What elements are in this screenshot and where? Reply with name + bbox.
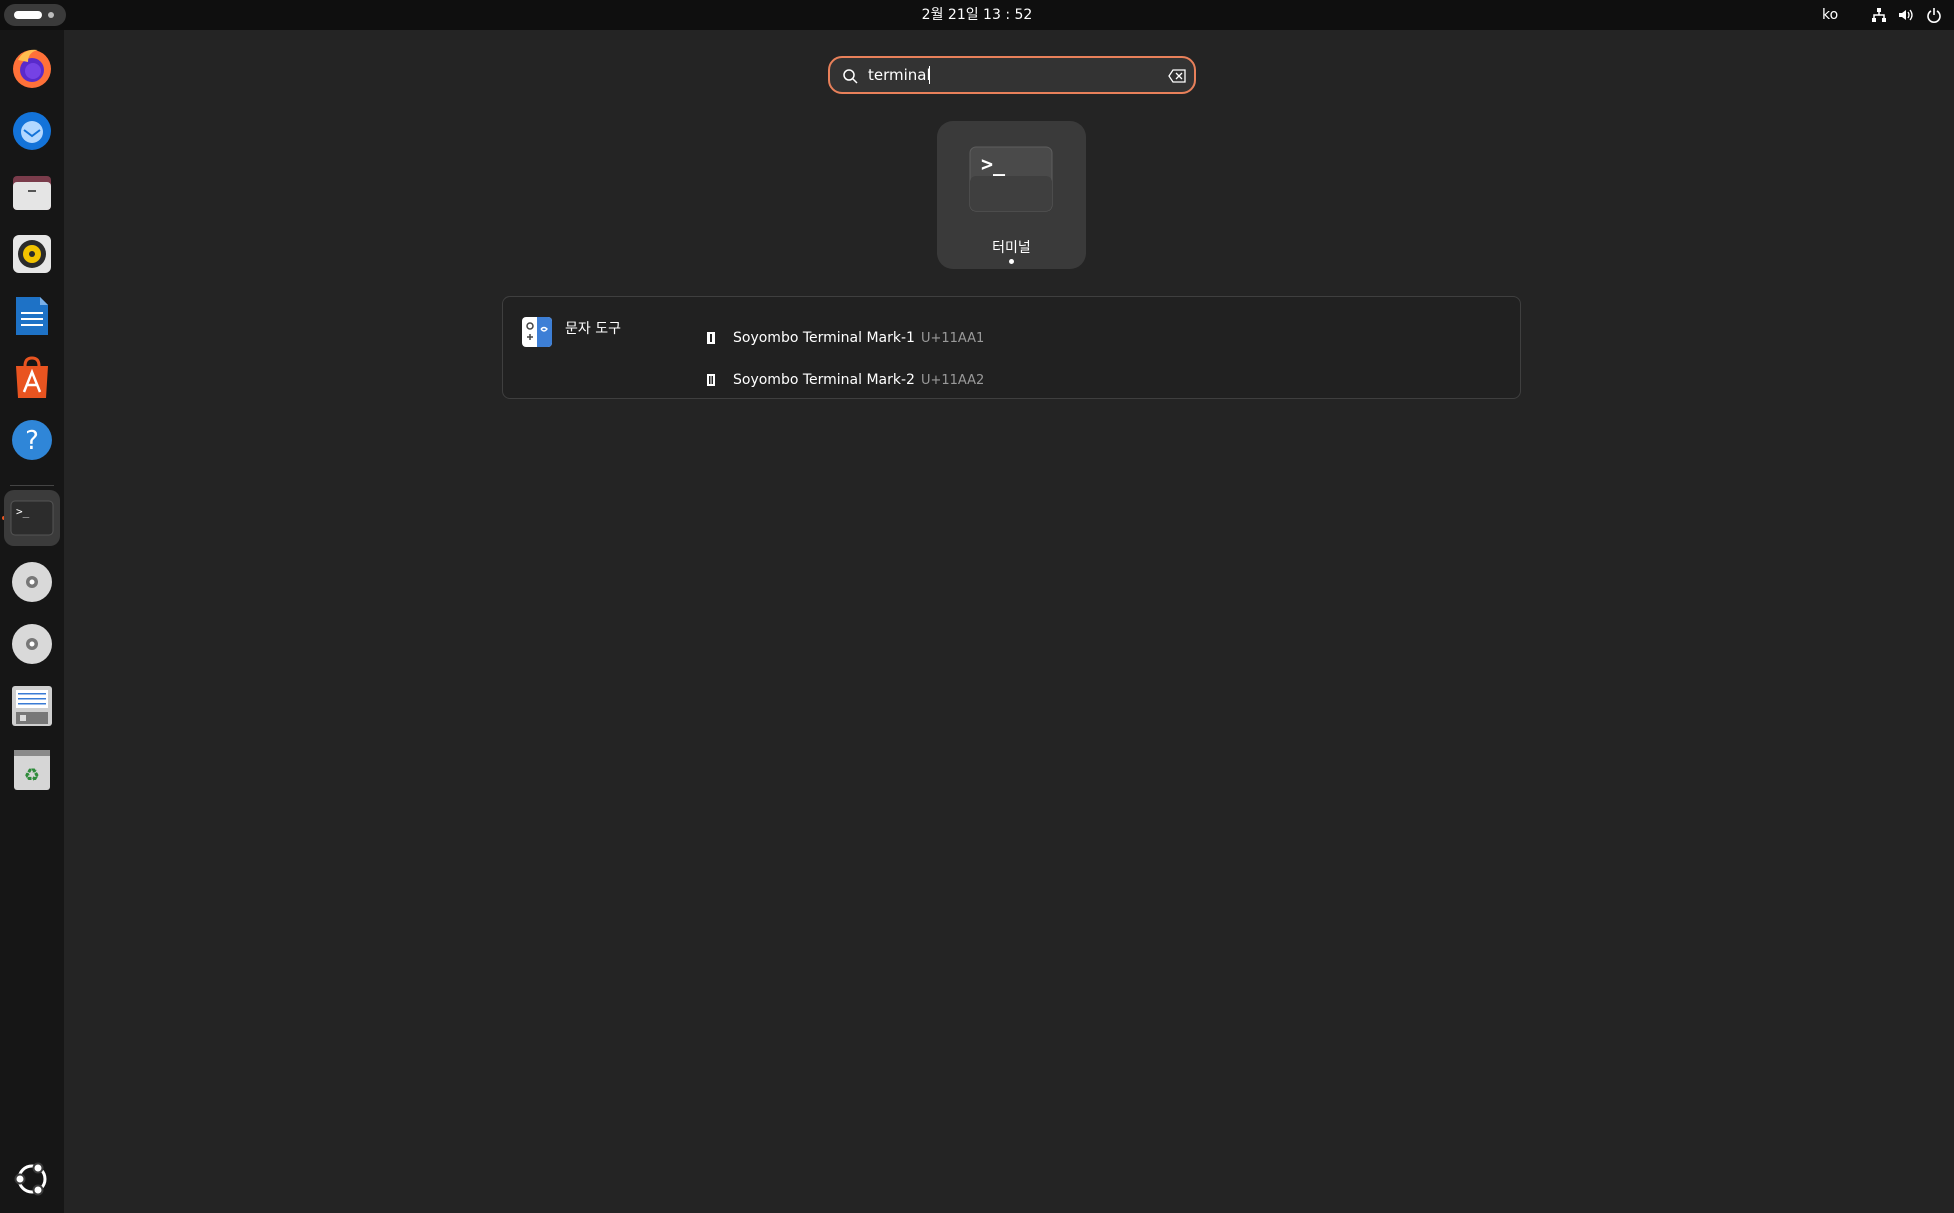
clear-search-icon[interactable]	[1168, 68, 1186, 87]
svg-text:>_: >_	[981, 152, 1006, 176]
dock-app-center[interactable]	[4, 350, 60, 406]
text-caret	[929, 66, 930, 84]
disc-icon	[12, 624, 52, 664]
character-name: Soyombo Terminal Mark-1	[733, 330, 915, 346]
input-language-indicator[interactable]: ko	[1822, 0, 1838, 30]
provider-name[interactable]: 문자 도구	[565, 318, 621, 338]
ubuntu-grid-icon	[14, 1162, 47, 1196]
files-icon	[13, 176, 51, 210]
search-icon	[842, 68, 858, 88]
app-center-icon	[16, 356, 48, 398]
disc-icon	[12, 562, 52, 602]
writer-icon	[16, 297, 48, 335]
trash-icon: ♻	[14, 750, 50, 790]
svg-text:>_: >_	[16, 505, 30, 518]
dock-thunderbird[interactable]	[4, 102, 60, 158]
dock-rhythmbox[interactable]	[4, 226, 60, 282]
character-result-1[interactable]: Soyombo Terminal Mark-1 U+11AA1	[707, 327, 984, 349]
firefox-icon	[13, 49, 51, 88]
help-icon: ?	[12, 420, 52, 460]
character-name: Soyombo Terminal Mark-2	[733, 372, 915, 388]
dock-text-editor[interactable]	[4, 678, 60, 734]
character-codepoint: U+11AA2	[920, 372, 985, 388]
soyombo-glyph-icon	[707, 332, 715, 344]
dock-writer[interactable]	[4, 288, 60, 344]
dock-files[interactable]	[4, 164, 60, 220]
running-indicator	[1009, 259, 1014, 264]
dock: ? >_ ♻	[0, 30, 64, 1213]
svg-text:♻: ♻	[24, 765, 40, 786]
terminal-icon: >_	[969, 146, 1053, 212]
characters-icon[interactable]	[522, 317, 552, 347]
volume-icon[interactable]	[1897, 7, 1913, 23]
dock-disc-2[interactable]	[4, 616, 60, 672]
app-result-label: 터미널	[992, 240, 1031, 256]
dock-disc-1[interactable]	[4, 554, 60, 610]
top-bar: 2월 21일 13 : 52 ko	[0, 0, 1954, 30]
character-result-2[interactable]: Soyombo Terminal Mark-2 U+11AA2	[707, 369, 984, 391]
network-icon[interactable]	[1871, 7, 1887, 23]
dock-trash[interactable]: ♻	[4, 742, 60, 798]
search-provider-characters: 문자 도구 Soyombo Terminal Mark-1 U+11AA1 So…	[502, 296, 1521, 399]
dock-terminal[interactable]: >_	[4, 490, 60, 546]
rhythmbox-icon	[13, 235, 51, 273]
power-icon[interactable]	[1926, 7, 1942, 23]
dock-separator	[10, 485, 54, 486]
clock[interactable]: 2월 21일 13 : 52	[0, 0, 1954, 30]
character-codepoint: U+11AA1	[920, 330, 985, 346]
dock-firefox[interactable]	[4, 40, 60, 96]
app-result-terminal[interactable]: >_ 터미널	[937, 121, 1086, 269]
thunderbird-icon	[13, 112, 51, 150]
dock-help[interactable]: ?	[4, 412, 60, 468]
svg-text:?: ?	[25, 426, 39, 456]
terminal-icon: >_	[10, 500, 54, 536]
show-apps-button[interactable]	[4, 1151, 60, 1207]
search-box[interactable]	[828, 56, 1196, 94]
soyombo-glyph-icon	[707, 374, 715, 386]
search-input[interactable]	[868, 64, 1148, 86]
document-icon	[12, 686, 52, 726]
